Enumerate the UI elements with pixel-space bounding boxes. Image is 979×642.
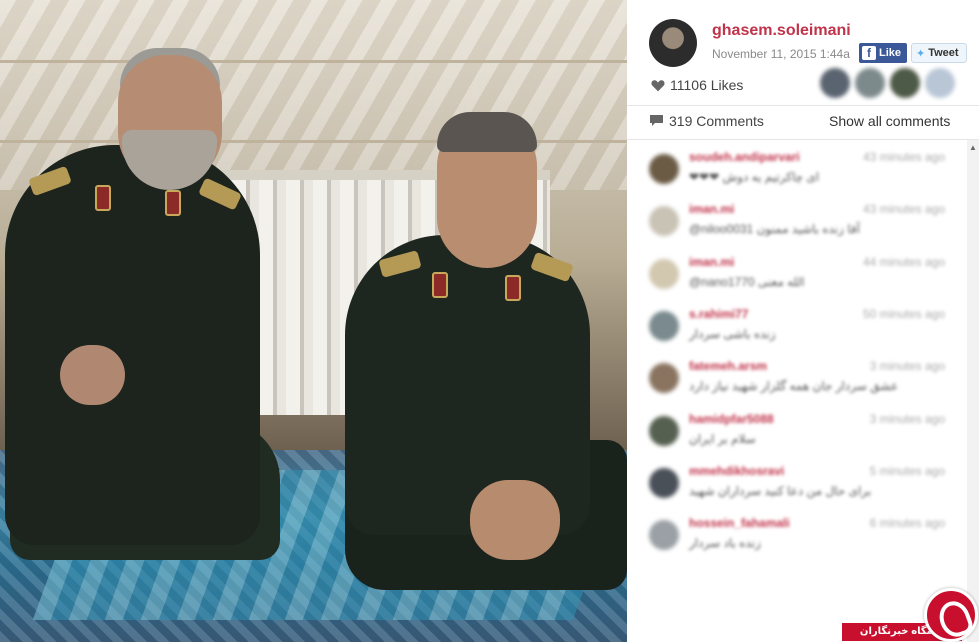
- post-details-panel: ghasem.soleimani November 11, 2015 1:44a…: [627, 0, 979, 642]
- comment-avatar[interactable]: [649, 520, 679, 551]
- collar-badge: [432, 272, 448, 298]
- comment-text: @niloo0031 آقا زنده باشید ممنون: [689, 222, 860, 237]
- show-all-comments-link[interactable]: Show all comments: [829, 113, 950, 129]
- comment-text: ❤❤❤ ای چاکرتیم یه دوش: [689, 170, 820, 184]
- likes-label: 11106 Likes: [670, 77, 744, 93]
- comment-text: زنده باشی سردار: [689, 326, 776, 341]
- liker-avatar[interactable]: [890, 68, 920, 98]
- comment-avatar[interactable]: [649, 258, 679, 289]
- post-date: November 11, 2015 1:44a: [712, 47, 850, 61]
- scroll-up-arrow-icon[interactable]: ▲: [969, 143, 977, 152]
- person-right-body: [345, 235, 590, 535]
- watermark-logo: باشگاه خبرنگاران: [842, 588, 979, 642]
- comment-item: hamidpfar5088 3 minutes ago سلام بر ایران: [645, 412, 945, 460]
- comment-time: 50 minutes ago: [862, 306, 945, 321]
- comment-bubble-icon: [650, 115, 663, 126]
- watermark-emblem: [924, 588, 978, 642]
- post-photo: [0, 0, 627, 642]
- facebook-icon: f: [862, 46, 876, 60]
- comment-username[interactable]: fatemeh.arsm: [689, 359, 767, 373]
- divider: [627, 105, 979, 106]
- comments-count: 319 Comments: [649, 113, 764, 129]
- comment-time: 3 minutes ago: [869, 411, 945, 426]
- comment-text: عشق سردار جان همه گلزار شهید نیاز دارد: [689, 379, 899, 394]
- tweet-label: Tweet: [928, 47, 959, 59]
- comment-item: iman.mi 44 minutes ago @nano1770 الله معنی: [645, 255, 945, 303]
- comments-scrollbar[interactable]: [967, 140, 979, 642]
- comment-username[interactable]: iman.mi: [689, 202, 734, 216]
- comment-item: iman.mi 43 minutes ago @niloo0031 آقا زنده…: [645, 202, 945, 250]
- liker-avatar[interactable]: [855, 68, 885, 98]
- comment-text: برای حال من دعا کنید سرداران شهید: [689, 483, 872, 498]
- tweet-button[interactable]: ✦ Tweet: [911, 43, 967, 63]
- comment-username[interactable]: soudeh.andiparvari: [689, 150, 800, 164]
- collar-badge: [95, 185, 111, 211]
- comment-username[interactable]: s.rahimi77: [689, 307, 748, 321]
- comment-avatar[interactable]: [649, 154, 679, 184]
- liker-avatar[interactable]: [925, 68, 955, 98]
- twitter-bird-icon: ✦: [916, 47, 926, 60]
- username-link[interactable]: ghasem.soleimani: [712, 22, 851, 40]
- heart-icon: [651, 79, 665, 91]
- comment-time: 43 minutes ago: [862, 150, 945, 164]
- facebook-like-button[interactable]: f Like: [859, 43, 907, 63]
- comment-text: سلام بر ایران: [689, 431, 756, 446]
- comment-avatar[interactable]: [649, 467, 679, 498]
- comment-username[interactable]: hossein_fahamali: [689, 516, 790, 530]
- comment-avatar[interactable]: [649, 310, 679, 341]
- comment-avatar[interactable]: [649, 363, 679, 394]
- liker-avatar[interactable]: [820, 68, 850, 98]
- person-right-hands: [470, 480, 560, 560]
- comment-time: 6 minutes ago: [869, 516, 945, 531]
- facebook-like-label: Like: [879, 47, 902, 59]
- person-right-hair: [437, 112, 537, 152]
- comment-time: 5 minutes ago: [869, 463, 945, 478]
- comment-item: hossein_fahamali 6 minutes ago زنده باد سر…: [645, 516, 945, 564]
- avatar[interactable]: [649, 19, 697, 67]
- comment-text: زنده باد سردار: [689, 536, 761, 551]
- person-left-hand: [60, 345, 125, 405]
- comment-time: 44 minutes ago: [862, 254, 945, 269]
- collar-badge: [505, 275, 521, 301]
- comments-label: 319 Comments: [669, 113, 764, 129]
- comment-time: 3 minutes ago: [869, 359, 945, 374]
- divider: [627, 139, 979, 140]
- comment-avatar[interactable]: [649, 206, 679, 237]
- collar-badge: [165, 190, 181, 216]
- wall-seam: [0, 60, 627, 63]
- comment-username[interactable]: hamidpfar5088: [689, 412, 774, 426]
- comment-time: 43 minutes ago: [862, 202, 945, 217]
- comment-item: fatemeh.arsm 3 minutes ago عشق سردار جان ه…: [645, 359, 945, 407]
- comment-item: s.rahimi77 50 minutes ago زنده باشی سردار: [645, 307, 945, 355]
- likes-count: 11106 Likes: [651, 77, 743, 93]
- comment-username[interactable]: mmehdikhosravi: [689, 464, 784, 478]
- comment-username[interactable]: iman.mi: [689, 255, 734, 269]
- comment-avatar[interactable]: [649, 415, 679, 446]
- comment-item: mmehdikhosravi 5 minutes ago برای حال من د…: [645, 464, 945, 512]
- comment-text: @nano1770 الله معنی: [689, 274, 805, 289]
- comment-item: soudeh.andiparvari 43 minutes ago ❤❤❤ ای چ…: [645, 150, 945, 198]
